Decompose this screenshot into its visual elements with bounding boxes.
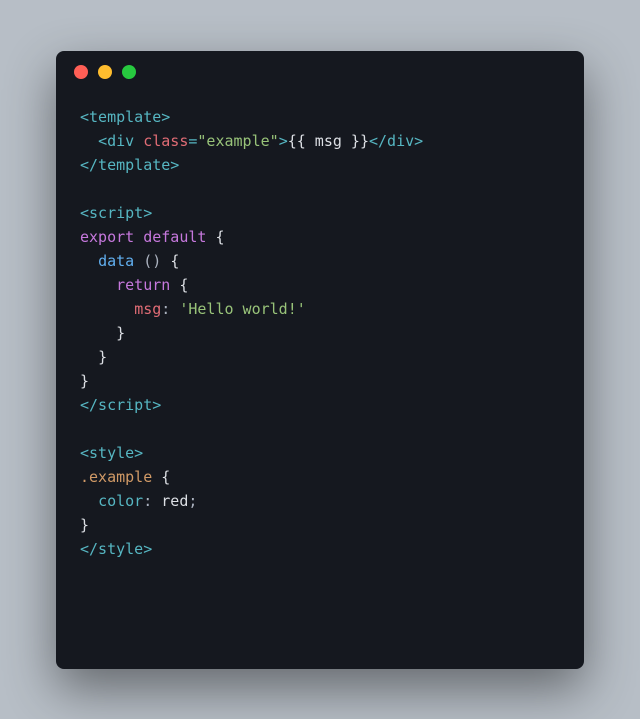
brace-close: } bbox=[116, 324, 125, 342]
indent bbox=[80, 252, 98, 270]
indent bbox=[80, 132, 98, 150]
mustache-msg: {{ msg }} bbox=[288, 132, 369, 150]
brace-close: } bbox=[80, 516, 89, 534]
selector-example: .example bbox=[80, 468, 152, 486]
brace-open: { bbox=[170, 252, 179, 270]
brace-close: } bbox=[80, 372, 89, 390]
bracket: > bbox=[279, 132, 288, 150]
tag-style-close: </style> bbox=[80, 540, 152, 558]
code-window: <template> <div class="example">{{ msg }… bbox=[56, 51, 584, 669]
indent bbox=[80, 324, 116, 342]
indent bbox=[80, 348, 98, 366]
css-val-red: red bbox=[161, 492, 188, 510]
keyword-return: return bbox=[116, 276, 170, 294]
indent bbox=[80, 300, 134, 318]
space bbox=[134, 132, 143, 150]
tag-div-close: </div> bbox=[369, 132, 423, 150]
bracket: < bbox=[98, 132, 107, 150]
tag-style-open: <style> bbox=[80, 444, 143, 462]
semicolon: ; bbox=[188, 492, 197, 510]
brace-open: { bbox=[215, 228, 224, 246]
space bbox=[170, 276, 179, 294]
maximize-icon[interactable] bbox=[122, 65, 136, 79]
space bbox=[134, 252, 143, 270]
fn-data: data bbox=[98, 252, 134, 270]
space bbox=[170, 300, 179, 318]
tag-template-open: <template> bbox=[80, 108, 170, 126]
brace-open: { bbox=[161, 468, 170, 486]
attr-class: class bbox=[143, 132, 188, 150]
tag-div: div bbox=[107, 132, 134, 150]
space bbox=[152, 468, 161, 486]
keyword-export: export bbox=[80, 228, 134, 246]
keyword-default: default bbox=[143, 228, 206, 246]
tag-template-close: </template> bbox=[80, 156, 179, 174]
space bbox=[152, 492, 161, 510]
string-example: "example" bbox=[197, 132, 278, 150]
window-titlebar bbox=[56, 51, 584, 93]
parens: () bbox=[143, 252, 161, 270]
brace-open: { bbox=[179, 276, 188, 294]
indent bbox=[80, 492, 98, 510]
tag-script-close-b: ipt> bbox=[125, 396, 161, 414]
colon: : bbox=[143, 492, 152, 510]
space bbox=[134, 228, 143, 246]
brace-close: } bbox=[98, 348, 107, 366]
tag-script-open: <script> bbox=[80, 204, 152, 222]
css-prop-color: color bbox=[98, 492, 143, 510]
string-hello: 'Hello world!' bbox=[179, 300, 305, 318]
indent bbox=[80, 276, 116, 294]
close-icon[interactable] bbox=[74, 65, 88, 79]
prop-msg: msg bbox=[134, 300, 161, 318]
tag-script-close: </scr bbox=[80, 396, 125, 414]
minimize-icon[interactable] bbox=[98, 65, 112, 79]
colon: : bbox=[161, 300, 170, 318]
space bbox=[161, 252, 170, 270]
code-block: <template> <div class="example">{{ msg }… bbox=[56, 93, 584, 585]
